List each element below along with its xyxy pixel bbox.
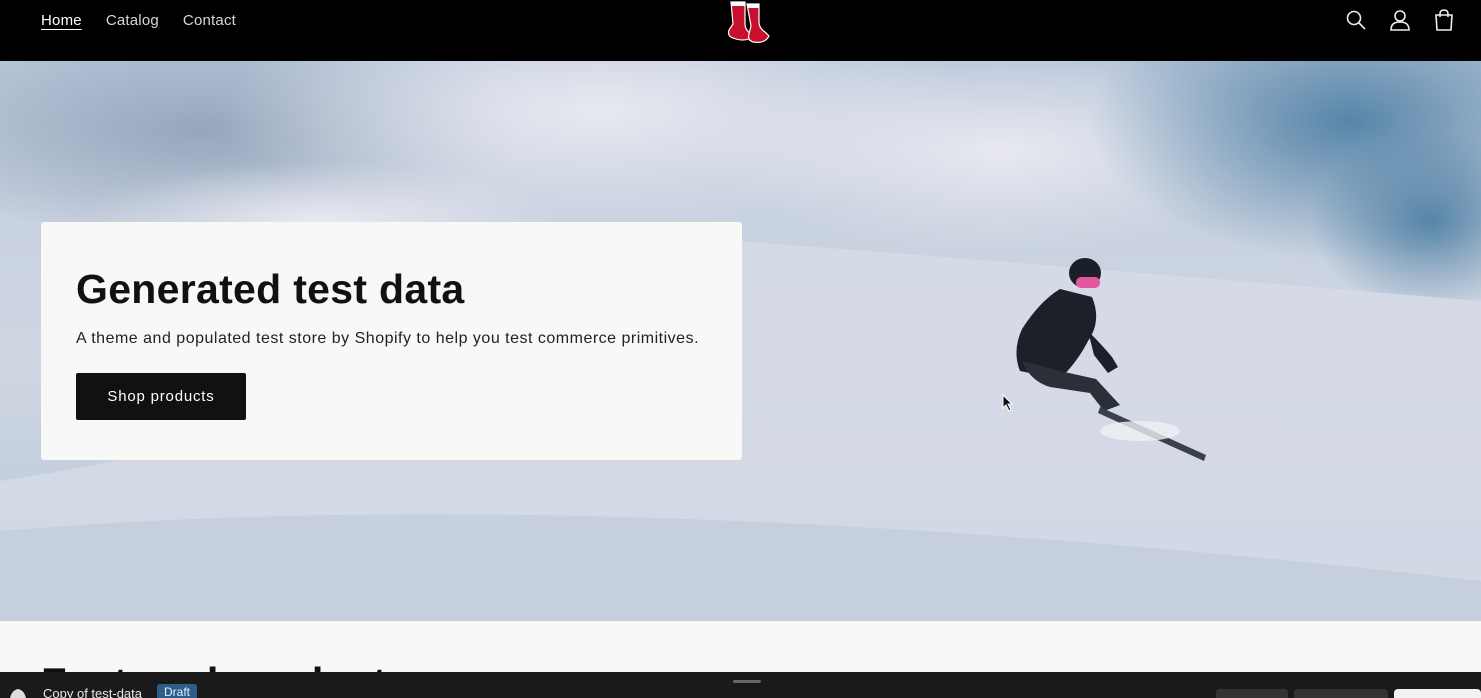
- hero-banner: Generated test data A theme and populate…: [0, 61, 1481, 621]
- hero-title: Generated test data: [76, 266, 465, 312]
- mouse-cursor-icon: [1002, 394, 1014, 412]
- nav-contact-link[interactable]: Contact: [183, 12, 236, 29]
- search-icon[interactable]: [1345, 8, 1367, 32]
- nav-catalog-link[interactable]: Catalog: [106, 12, 159, 29]
- nav-home-link[interactable]: Home: [41, 12, 82, 29]
- header-icons: [1345, 8, 1455, 32]
- draft-badge: Draft: [157, 684, 198, 698]
- site-header: Home Catalog Contact: [0, 0, 1481, 61]
- drag-handle[interactable]: [733, 680, 761, 683]
- preview-bar-button-2[interactable]: [1294, 689, 1388, 698]
- theme-name: Copy of test-data: [43, 686, 142, 698]
- theme-preview-bar: Copy of test-data Draft: [0, 672, 1481, 698]
- hero-subtitle: A theme and populated test store by Shop…: [76, 330, 700, 347]
- shop-products-button[interactable]: Shop products: [76, 373, 246, 420]
- theme-icon: [10, 689, 26, 698]
- store-logo-icon[interactable]: [721, 0, 773, 46]
- featured-section: Featured product: [0, 621, 1481, 672]
- preview-bar-button-3[interactable]: [1394, 689, 1481, 698]
- main-nav: Home Catalog Contact: [41, 0, 236, 40]
- cart-icon[interactable]: [1433, 8, 1455, 32]
- hero-content-card: Generated test data A theme and populate…: [41, 222, 742, 460]
- account-icon[interactable]: [1389, 8, 1411, 32]
- preview-bar-button-1[interactable]: [1216, 689, 1288, 698]
- featured-section-heading: Featured product: [41, 659, 386, 672]
